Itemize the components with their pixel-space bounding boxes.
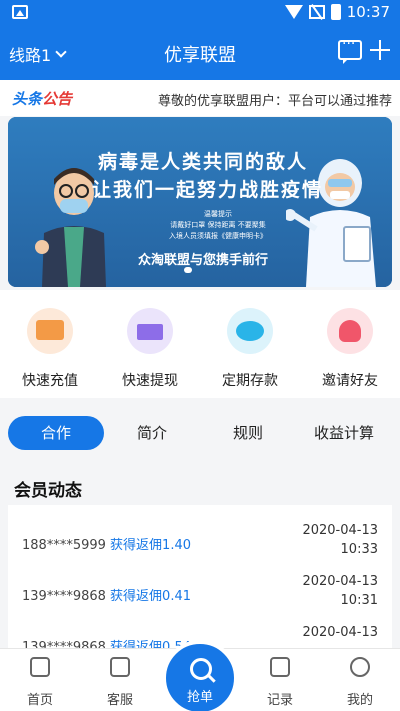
nav-home[interactable]: 首页 bbox=[0, 649, 80, 711]
tab-bar: 合作 简介 规则 收益计算 bbox=[0, 410, 400, 456]
wifi-icon bbox=[284, 5, 303, 19]
notice-logo: 头条公告 bbox=[12, 88, 72, 109]
feed-time: 10:31 bbox=[340, 593, 378, 608]
banner-slogan: 众淘联盟与您携手前行 bbox=[138, 253, 269, 268]
signal-icon bbox=[308, 5, 325, 19]
carousel-indicator bbox=[184, 267, 192, 273]
notice-bar[interactable]: 头条公告 尊敬的优享联盟用户：平台可以通过推荐 bbox=[0, 80, 400, 116]
status-time: 10:37 bbox=[346, 3, 390, 21]
grab-order-icon bbox=[190, 658, 212, 680]
tab-earnings-calculator[interactable]: 收益计算 bbox=[296, 416, 392, 450]
banner-headline-1: 病毒是人类共同的敌人 bbox=[98, 151, 309, 173]
message-icon[interactable] bbox=[338, 36, 362, 64]
nav-records[interactable]: 记录 bbox=[240, 649, 320, 711]
member-activity-feed[interactable]: 188****5999 获得返佣1.40 2020-04-13 10:33 13… bbox=[8, 505, 392, 648]
feed-entry: 139****9868 获得返佣0.41 bbox=[22, 585, 191, 604]
notice-text: 尊敬的优享联盟用户：平台可以通过推荐 bbox=[158, 94, 393, 109]
profile-icon bbox=[350, 657, 370, 677]
banner-tips: 温馨提示 请戴好口罩 保持距离 不要聚集 入境人员须填报《健康申明卡》 bbox=[148, 209, 288, 242]
nav-service-label: 客服 bbox=[106, 693, 133, 708]
banner-tips-line2: 入境人员须填报《健康申明卡》 bbox=[169, 232, 267, 240]
grab-order-button[interactable]: 抢单 bbox=[162, 640, 238, 711]
gallery-notification-icon bbox=[12, 5, 28, 19]
fixed-deposit-label: 定期存款 bbox=[222, 373, 278, 389]
quick-recharge-label: 快速充值 bbox=[22, 373, 78, 389]
banner-tips-title: 温馨提示 bbox=[204, 210, 232, 218]
invite-friends-button[interactable]: 邀请好友 bbox=[300, 290, 400, 398]
nav-records-label: 记录 bbox=[266, 693, 293, 708]
nav-home-label: 首页 bbox=[26, 693, 53, 708]
invite-friends-label: 邀请好友 bbox=[322, 373, 378, 389]
feed-reward: 获得返佣1.40 bbox=[110, 538, 191, 553]
tab-cooperation[interactable]: 合作 bbox=[8, 416, 104, 450]
add-icon[interactable] bbox=[370, 40, 390, 60]
feed-reward: 获得返佣0.41 bbox=[110, 589, 191, 604]
service-icon bbox=[110, 657, 130, 677]
piggy-bank-icon bbox=[227, 308, 273, 354]
banner-headline-2: 让我们一起努力战胜疫情 bbox=[92, 179, 324, 201]
notice-logo-accent: 公告 bbox=[42, 90, 73, 108]
feed-time: 10:33 bbox=[340, 542, 378, 557]
quick-withdraw-button[interactable]: 快速提现 bbox=[100, 290, 200, 398]
withdraw-icon bbox=[127, 308, 173, 354]
feed-user: 188****5999 bbox=[22, 538, 106, 553]
banner-carousel[interactable]: 病毒是人类共同的敌人 让我们一起努力战胜疫情 温馨提示 请戴好口罩 保持距离 不… bbox=[8, 117, 392, 287]
app-header: 线路1 优享联盟 bbox=[0, 26, 400, 80]
status-icons: 10:37 bbox=[284, 3, 390, 21]
banner-tips-line1: 请戴好口罩 保持距离 不要聚集 bbox=[170, 221, 266, 229]
battery-icon bbox=[330, 4, 341, 20]
record-icon bbox=[270, 657, 290, 677]
feed-user: 139****9868 bbox=[22, 589, 106, 604]
section-title: 会员动态 bbox=[14, 481, 82, 501]
invite-icon bbox=[327, 308, 373, 354]
quick-withdraw-label: 快速提现 bbox=[122, 373, 178, 389]
notice-logo-main: 头条 bbox=[12, 90, 43, 108]
nav-profile-label: 我的 bbox=[346, 693, 373, 708]
feed-date: 2020-04-13 bbox=[302, 523, 378, 538]
nav-service[interactable]: 客服 bbox=[80, 649, 160, 711]
feed-entry: 188****5999 获得返佣1.40 bbox=[22, 534, 191, 553]
tab-rules[interactable]: 规则 bbox=[200, 416, 296, 450]
list-item: 139****9868 获得返佣0.41 2020-04-13 10:31 bbox=[8, 571, 392, 615]
feed-date: 2020-04-13 bbox=[302, 625, 378, 640]
feed-entry: 139****9868 获得返佣0.54 bbox=[22, 636, 191, 648]
feed-user: 139****9868 bbox=[22, 640, 106, 648]
list-item: 188****5999 获得返佣1.40 2020-04-13 10:33 bbox=[8, 520, 392, 564]
fixed-deposit-button[interactable]: 定期存款 bbox=[200, 290, 300, 398]
nav-profile[interactable]: 我的 bbox=[320, 649, 400, 711]
status-bar: 10:37 bbox=[0, 0, 400, 26]
feed-date: 2020-04-13 bbox=[302, 574, 378, 589]
wallet-icon bbox=[27, 308, 73, 354]
grab-order-label: 抢单 bbox=[186, 690, 213, 705]
tab-intro[interactable]: 简介 bbox=[104, 416, 200, 450]
home-icon bbox=[30, 657, 50, 677]
quick-recharge-button[interactable]: 快速充值 bbox=[0, 290, 100, 398]
quick-actions: 快速充值 快速提现 定期存款 邀请好友 bbox=[0, 290, 400, 398]
